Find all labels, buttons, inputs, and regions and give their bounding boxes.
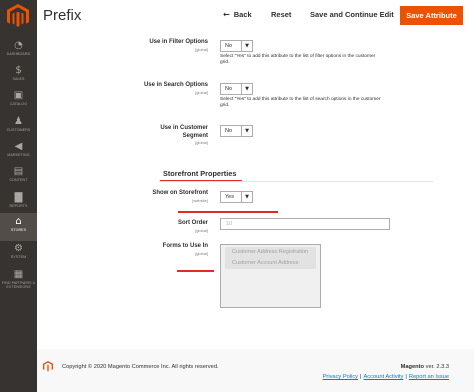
megaphone-icon: ◀ [14, 141, 23, 152]
page-title: Prefix [43, 7, 82, 24]
field-label-text: Show on Storefront [152, 190, 208, 196]
back-button[interactable]: ← Back [223, 10, 252, 19]
sidebar-item-label: CUSTOMERS [6, 128, 31, 132]
select-value: No [225, 86, 233, 92]
annotation-underline [177, 270, 214, 272]
privacy-policy-link[interactable]: Privacy Policy [323, 374, 358, 380]
brand-name: Magento [400, 364, 424, 370]
back-button-label: Back [233, 10, 252, 19]
sort-order-label: Sort Order [global] [138, 220, 208, 233]
show-on-storefront-label: Show on Storefront [website] [138, 190, 208, 203]
blocks-icon: ▦ [13, 269, 24, 280]
annotation-underline [178, 211, 278, 213]
search-note: Select "Yes" to add this attribute to th… [220, 97, 381, 108]
bar-chart-icon: ▇ [14, 192, 23, 203]
sidebar-item-label: MARKETING [7, 153, 30, 157]
select-value: Yes [225, 194, 234, 200]
sidebar-item-label: DASHBOARD [6, 52, 31, 56]
chevron-down-icon: ▼ [241, 84, 252, 94]
footer-links: Privacy Policy | Account Activity | Report a… [323, 374, 449, 380]
section-divider [159, 181, 433, 182]
field-label-text: Sort Order [177, 220, 208, 226]
dashboard-icon: ◔ [14, 40, 23, 51]
link-separator: | [360, 374, 362, 380]
store-icon: ⌂ [15, 216, 22, 227]
scope-label: [website] [192, 197, 208, 203]
page-footer: Copyright © 2020 Magento Commerce Inc. A… [37, 349, 474, 392]
chevron-down-icon: ▼ [241, 41, 252, 51]
sidebar-item-label: STORES [10, 228, 27, 232]
attribute-form: Use in Filter Options [global] No ▼ Sele… [37, 33, 474, 349]
person-icon: ♟ [14, 116, 23, 127]
use-in-segment-select[interactable]: No ▼ [220, 125, 253, 137]
use-in-filter-label: Use in Filter Options [global] [138, 39, 208, 52]
section-title: Storefront Properties [163, 169, 237, 178]
sidebar-item-label: SALES [12, 77, 25, 81]
chevron-down-icon: ▼ [241, 126, 252, 136]
arrow-left-icon: ← [223, 10, 230, 19]
forms-to-use-in-multiselect[interactable]: Customer Address Registration Customer A… [220, 244, 321, 308]
account-activity-link[interactable]: Account Activity [364, 374, 404, 380]
save-attribute-button[interactable]: Save Attribute [400, 6, 463, 25]
content-icon: ▤ [13, 166, 24, 177]
select-value: No [225, 128, 233, 134]
field-label-text: Forms to Use In [162, 243, 208, 249]
gear-icon: ⚙ [14, 243, 23, 254]
multiselect-option[interactable]: Customer Address Registration [225, 247, 316, 258]
use-in-filter-select[interactable]: No ▼ [220, 40, 253, 52]
scope-label: [global] [195, 250, 208, 256]
link-separator: | [405, 374, 407, 380]
filter-note: Select "Yes" to add this attribute to th… [220, 54, 376, 65]
sidebar-item-label: FIND PARTNERS & EXTENSIONS [1, 281, 36, 290]
version-number: ver. 2.3.3 [425, 364, 449, 370]
sidebar-item-label: REPORTS [9, 204, 28, 208]
sidebar-item-label: CATALOG [9, 102, 28, 106]
magento-logo-icon[interactable] [7, 4, 29, 28]
sidebar-item-find-partners[interactable]: ▦ FIND PARTNERS & EXTENSIONS [0, 266, 37, 300]
multiselect-option[interactable]: Customer Account Address [225, 258, 316, 269]
copyright-text: Copyright © 2020 Magento Commerce Inc. A… [62, 364, 219, 370]
box-icon: ▣ [13, 90, 24, 101]
use-in-search-select[interactable]: No ▼ [220, 83, 253, 95]
scope-label: [global] [195, 140, 208, 145]
sidebar-item-label: CONTENT [9, 178, 28, 182]
sidebar-item-stores[interactable]: ⌂ STORES [0, 213, 37, 241]
scope-label: [global] [195, 227, 208, 233]
show-on-storefront-select[interactable]: Yes ▼ [220, 191, 253, 203]
magento-logo-icon [43, 361, 53, 372]
page-header: Prefix ← Back Reset Save and Continue Edi… [37, 0, 474, 33]
forms-to-use-in-label: Forms to Use In [global] [138, 243, 208, 256]
field-label-text: Use in Customer Segment [160, 125, 208, 139]
use-in-segment-label: Use in Customer Segment [global] [138, 125, 208, 145]
scope-label: [global] [195, 46, 208, 52]
scope-label: [global] [195, 89, 208, 95]
field-label-text: Use in Search Options [143, 82, 208, 88]
reset-button[interactable]: Reset [271, 10, 291, 19]
save-and-continue-button[interactable]: Save and Continue Edit [310, 10, 394, 19]
chevron-down-icon: ▼ [241, 192, 252, 202]
sidebar-item-label: SYSTEM [10, 255, 27, 259]
field-label-text: Use in Filter Options [149, 39, 208, 45]
admin-sidebar: ◔ DASHBOARD $ SALES ▣ CATALOG ♟ CUSTOMER… [0, 0, 37, 392]
report-issue-link[interactable]: Report an Issue [409, 374, 449, 380]
select-value: No [225, 43, 233, 49]
version-text: Magento ver. 2.3.3 [401, 364, 449, 370]
sort-order-input[interactable]: 10 [220, 218, 390, 230]
dollar-icon: $ [15, 65, 22, 76]
use-in-search-label: Use in Search Options [global] [138, 82, 208, 95]
